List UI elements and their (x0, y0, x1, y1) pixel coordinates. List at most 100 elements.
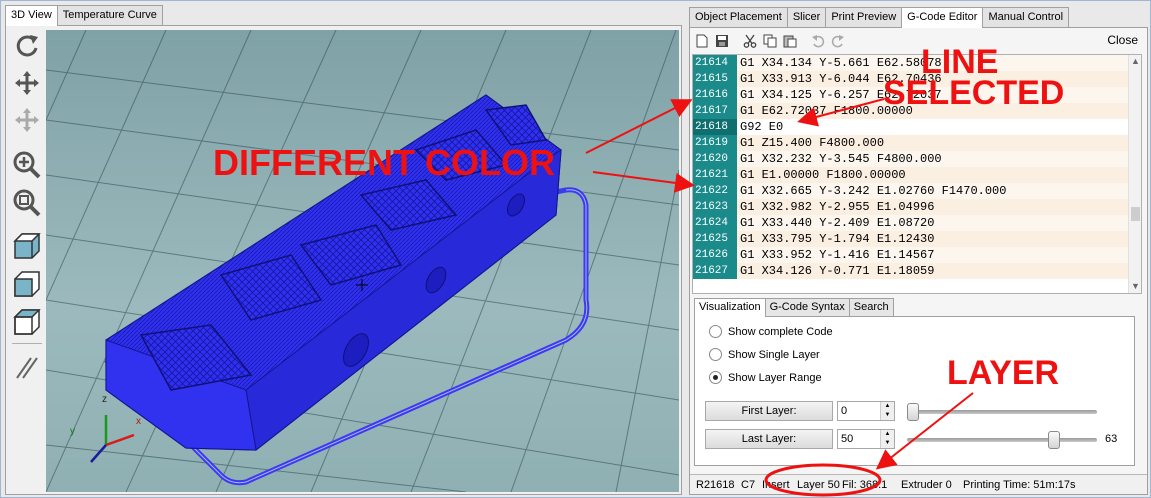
radio-show-single-layer[interactable]: Show Single Layer (709, 348, 820, 361)
top-view-icon[interactable] (10, 305, 44, 339)
last-layer-button[interactable]: Last Layer: (705, 429, 833, 449)
gcode-line[interactable]: 21617 G1 E62.72037 F1800.00000 (693, 103, 1130, 119)
first-layer-button[interactable]: First Layer: (705, 401, 833, 421)
gcode-line[interactable]: 21616 G1 X34.125 Y-6.257 E62.72037 (693, 87, 1130, 103)
gcode-editor-panel: Close 21614 G1 X34.134 Y-5.661 E62.58078 2… (689, 27, 1148, 495)
front-view-icon[interactable] (10, 267, 44, 301)
spin-down-icon[interactable]: ▼ (881, 439, 894, 448)
visualization-panel: Show complete Code Show Single Layer Sho… (694, 316, 1135, 466)
gcode-text-area[interactable]: 21614 G1 X34.134 Y-5.661 E62.58078 21615 G1… (692, 54, 1142, 294)
line-code: G1 X32.982 Y-2.955 E1.04996 (740, 200, 935, 214)
status-mode: Insert (762, 479, 790, 491)
radio-button[interactable] (709, 325, 722, 338)
status-layer: Layer 50 (797, 479, 840, 491)
line-number: 21624 (693, 215, 737, 231)
gcode-line[interactable]: 21619 G1 Z15.400 F4800.000 (693, 135, 1130, 151)
move-object-icon[interactable] (10, 103, 44, 137)
gcode-line[interactable]: 21615 G1 X33.913 Y-6.044 E62.70436 (693, 71, 1130, 87)
radio-button[interactable] (709, 348, 722, 361)
radio-button[interactable] (709, 371, 722, 384)
tab-slicer[interactable]: Slicer (786, 7, 827, 27)
tab-gcode-syntax[interactable]: G-Code Syntax (764, 298, 850, 316)
gcode-line[interactable]: 21625 G1 X33.795 Y-1.794 E1.12430 (693, 231, 1130, 247)
status-extruder: Extruder 0 (901, 479, 952, 491)
left-tab-bar: 3D View Temperature Curve (5, 5, 163, 26)
svg-text:x: x (136, 416, 141, 427)
gcode-line[interactable]: 21622 G1 X32.665 Y-3.242 E1.02760 F1470.0… (693, 183, 1130, 199)
line-number: 21625 (693, 231, 737, 247)
slider-max-label: 63 (1105, 433, 1118, 445)
tab-gcode-editor[interactable]: G-Code Editor (901, 7, 984, 28)
last-layer-slider[interactable] (907, 438, 1097, 442)
last-layer-spinbox[interactable]: 50 ▲ ▼ (837, 429, 895, 449)
undo-icon[interactable] (808, 31, 828, 51)
scroll-down-icon[interactable]: ▼ (1131, 281, 1140, 291)
line-number: 21623 (693, 199, 737, 215)
gcode-line[interactable]: 21624 G1 X33.440 Y-2.409 E1.08720 (693, 215, 1130, 231)
3d-scene: y x z (46, 30, 679, 492)
first-layer-value: 0 (841, 405, 848, 417)
svg-text:y: y (70, 426, 75, 437)
redo-icon[interactable] (828, 31, 848, 51)
tab-print-preview[interactable]: Print Preview (825, 7, 903, 27)
tab-visualization[interactable]: Visualization (694, 298, 766, 317)
toolbar-divider (12, 343, 42, 344)
last-layer-slider-handle[interactable] (1047, 431, 1060, 449)
first-layer-slider-handle[interactable] (907, 403, 919, 421)
iso-view-icon[interactable] (10, 229, 44, 263)
gcode-line[interactable]: 21623 G1 X32.982 Y-2.955 E1.04996 (693, 199, 1130, 215)
tab-object-placement[interactable]: Object Placement (689, 7, 788, 27)
save-icon[interactable] (712, 31, 732, 51)
scrollbar-thumb[interactable] (1131, 207, 1140, 221)
line-number: 21616 (693, 87, 737, 103)
close-button[interactable]: Close (1107, 33, 1138, 47)
spin-up-icon[interactable]: ▲ (881, 402, 894, 411)
line-number: 21627 (693, 263, 737, 279)
copy-icon[interactable] (760, 31, 780, 51)
paste-icon[interactable] (780, 31, 800, 51)
radio-show-layer-range[interactable]: Show Layer Range (709, 371, 822, 384)
parallel-lines-icon[interactable] (10, 351, 44, 385)
zoom-fit-icon[interactable] (10, 186, 44, 220)
tab-temperature-curve[interactable]: Temperature Curve (56, 5, 163, 25)
gcode-line[interactable]: 21621 G1 E1.00000 F1800.00000 (693, 167, 1130, 183)
zoom-in-icon[interactable] (10, 148, 44, 182)
radio-label: Show complete Code (728, 325, 833, 338)
line-number: 21617 (693, 103, 737, 119)
line-number: 21620 (693, 151, 737, 167)
tab-search[interactable]: Search (848, 298, 894, 316)
gcode-line[interactable]: 21627 G1 X34.126 Y-0.771 E1.18059 (693, 263, 1130, 279)
rotate-icon[interactable] (10, 29, 44, 63)
line-number: 21619 (693, 135, 737, 151)
line-number: 21615 (693, 71, 737, 87)
first-layer-slider[interactable] (907, 410, 1097, 414)
spin-up-icon[interactable]: ▲ (881, 430, 894, 439)
gcode-line[interactable]: 21618 G92 E0 (693, 119, 1130, 135)
line-code: G1 Z15.400 F4800.000 (740, 136, 885, 150)
line-code: G1 E62.72037 F1800.00000 (740, 104, 913, 118)
tab-manual-control[interactable]: Manual Control (982, 7, 1070, 27)
radio-show-complete-code[interactable]: Show complete Code (709, 325, 833, 338)
move-icon[interactable] (10, 66, 44, 100)
gcode-line[interactable]: 21620 G1 X32.232 Y-3.545 F4800.000 (693, 151, 1130, 167)
cut-icon[interactable] (740, 31, 760, 51)
first-layer-spinbox[interactable]: 0 ▲ ▼ (837, 401, 895, 421)
scroll-up-icon[interactable]: ▲ (1131, 56, 1140, 66)
vertical-scrollbar[interactable]: ▲ ▼ (1128, 55, 1141, 293)
new-file-icon[interactable] (692, 31, 712, 51)
gcode-line[interactable]: 21614 G1 X34.134 Y-5.661 E62.58078 (693, 55, 1130, 71)
line-code: G1 X33.795 Y-1.794 E1.12430 (740, 232, 935, 246)
3d-viewport[interactable]: y x z (46, 30, 679, 492)
status-filament: Fil: 368.1 (842, 479, 888, 491)
tab-3d-view[interactable]: 3D View (5, 5, 58, 26)
left-pane: 3D View Temperature Curve y x z (5, 5, 682, 495)
editor-toolbar: Close (692, 30, 1144, 52)
line-code: G1 X32.232 Y-3.545 F4800.000 (740, 152, 942, 166)
line-code: G1 X32.665 Y-3.242 E1.02760 F1470.000 (740, 184, 1007, 198)
right-pane: Object Placement Slicer Print Preview G-… (689, 5, 1148, 495)
line-code: G92 E0 (740, 120, 784, 134)
spin-down-icon[interactable]: ▼ (881, 411, 894, 420)
line-number: 21626 (693, 247, 737, 263)
radio-label: Show Layer Range (728, 371, 822, 384)
gcode-line[interactable]: 21626 G1 X33.952 Y-1.416 E1.14567 (693, 247, 1130, 263)
